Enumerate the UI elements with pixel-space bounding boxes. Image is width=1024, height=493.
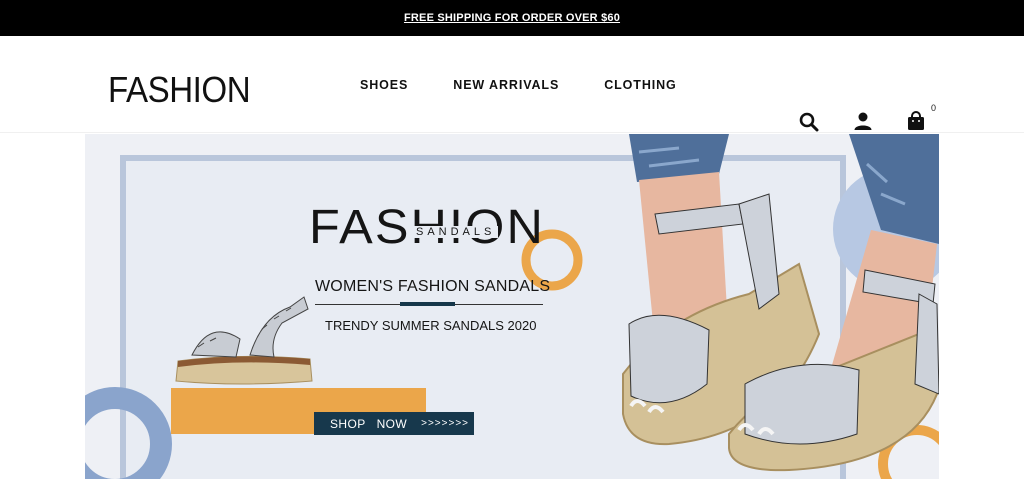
hero-tagline: TRENDY SUMMER SANDALS 2020: [325, 318, 537, 333]
announcement-bar: FREE SHIPPING FOR ORDER OVER $60: [0, 0, 1024, 36]
header-actions: 0: [0, 36, 1024, 132]
shop-now-button[interactable]: SHOP NOW >>>>>>>: [314, 412, 474, 435]
account-icon[interactable]: [852, 110, 874, 132]
hero-headline: WOMEN'S FASHION SANDALS: [315, 278, 551, 295]
model-legs-image: [622, 134, 939, 472]
hero-banner[interactable]: FASHION SANDALS WOMEN'S FASHION SANDALS …: [85, 134, 939, 479]
free-shipping-link[interactable]: FREE SHIPPING FOR ORDER OVER $60: [404, 12, 620, 24]
search-icon[interactable]: [798, 111, 820, 133]
cart-icon[interactable]: [905, 110, 927, 132]
shop-now-arrows: >>>>>>>: [421, 418, 470, 429]
hero-divider-accent: [400, 302, 455, 306]
cart-count-badge: 0: [931, 103, 937, 113]
hero-sub-brand: SANDALS: [413, 226, 499, 238]
product-sandal-image: [175, 296, 313, 385]
site-header: FASHION SHOES NEW ARRIVALS CLOTHING 0: [0, 36, 1024, 133]
shop-now-label: SHOP NOW: [330, 416, 408, 431]
